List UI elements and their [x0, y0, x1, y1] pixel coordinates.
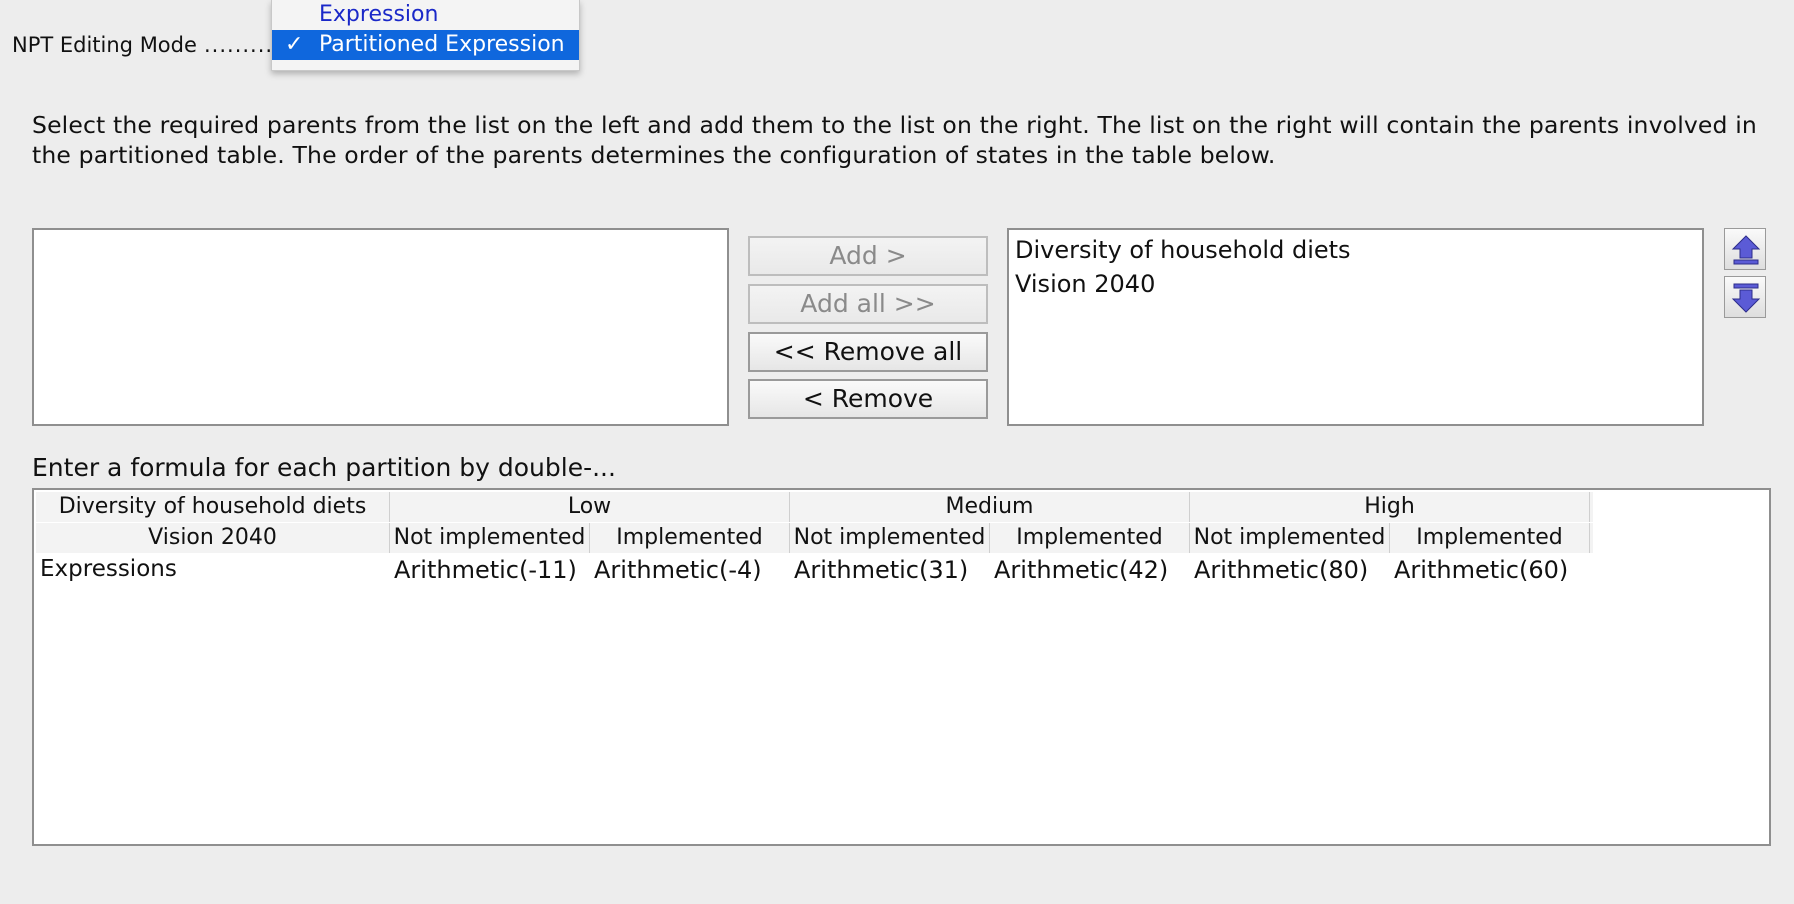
available-parents-list[interactable]	[32, 228, 729, 426]
arrow-up-icon	[1731, 235, 1761, 265]
header-group-low: Low	[390, 492, 790, 522]
add-all-button[interactable]: Add all >>	[748, 284, 988, 324]
expression-cell[interactable]: Arithmetic(42)	[994, 556, 1168, 584]
header-state: Not implemented	[790, 523, 990, 553]
expression-cell[interactable]: Arithmetic(60)	[1394, 556, 1568, 584]
option-partitioned-expression-label: Partitioned Expression	[319, 32, 565, 57]
option-partitioned-expression[interactable]: ✓ Partitioned Expression	[272, 30, 579, 60]
selected-parents-list[interactable]: Diversity of household diets Vision 2040	[1007, 228, 1704, 426]
add-button[interactable]: Add >	[748, 236, 988, 276]
header-state: Implemented	[990, 523, 1190, 553]
header-group-high: High	[1190, 492, 1590, 522]
list-item[interactable]: Vision 2040	[1015, 269, 1155, 299]
table-header-row-parent-2: Vision 2040 Not implemented Implemented …	[36, 523, 1593, 553]
option-expression[interactable]: Expression	[272, 0, 579, 30]
expression-cell[interactable]: Arithmetic(-11)	[394, 556, 577, 584]
formula-instruction-label: Enter a formula for each partition by do…	[32, 453, 616, 482]
move-down-button[interactable]	[1724, 276, 1766, 318]
instructions-text: Select the required parents from the lis…	[32, 111, 1757, 169]
partition-table[interactable]: Diversity of household diets Low Medium …	[32, 488, 1771, 846]
editing-mode-dropdown[interactable]: Expression ✓ Partitioned Expression	[271, 0, 580, 71]
mode-label-dots: ..........	[204, 33, 281, 57]
expression-cell[interactable]: Arithmetic(31)	[794, 556, 968, 584]
remove-all-button[interactable]: << Remove all	[748, 332, 988, 372]
expression-cell[interactable]: Arithmetic(80)	[1194, 556, 1368, 584]
header-parent-diversity: Diversity of household diets	[36, 492, 390, 522]
header-state: Implemented	[590, 523, 790, 553]
header-state: Implemented	[1390, 523, 1590, 553]
checkmark-icon: ✓	[285, 32, 304, 57]
header-state: Not implemented	[1190, 523, 1390, 553]
remove-button[interactable]: < Remove	[748, 379, 988, 419]
npt-editing-mode-label: NPT Editing Mode	[12, 33, 197, 57]
move-up-button[interactable]	[1724, 228, 1766, 270]
header-state: Not implemented	[390, 523, 590, 553]
header-group-medium: Medium	[790, 492, 1190, 522]
table-header-row-parent-1: Diversity of household diets Low Medium …	[36, 492, 1593, 522]
expression-cell[interactable]: Arithmetic(-4)	[594, 556, 762, 584]
row-label-expressions: Expressions	[40, 556, 177, 582]
arrow-down-icon	[1731, 283, 1761, 313]
list-item[interactable]: Diversity of household diets	[1015, 235, 1351, 265]
header-parent-vision: Vision 2040	[36, 523, 390, 553]
option-expression-label: Expression	[319, 2, 439, 27]
